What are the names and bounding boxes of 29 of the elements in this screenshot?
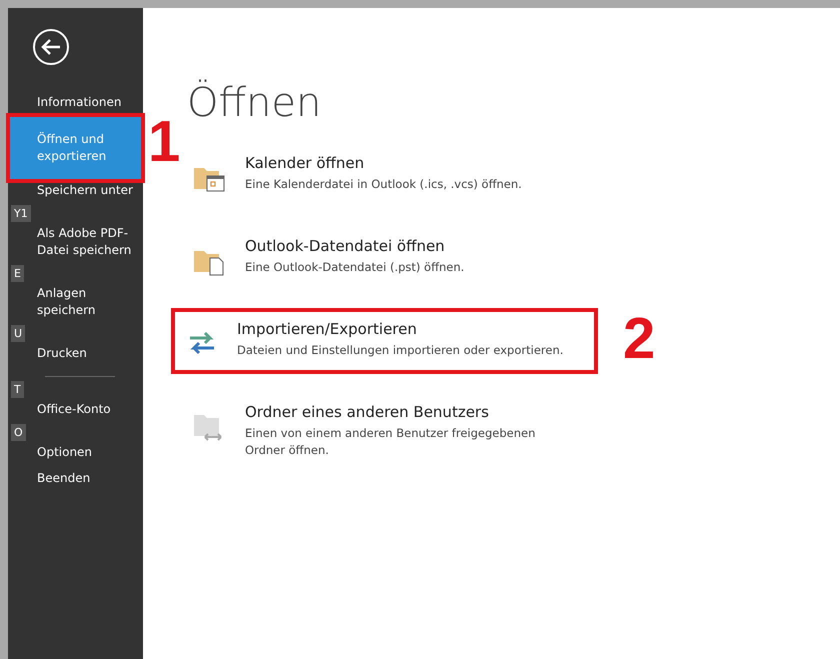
callout-number: 1 — [148, 113, 180, 171]
open-option[interactable]: Kalender öffnen Eine Kalenderdatei in Outlook (.ics, .vcs) öffnen. — [193, 144, 584, 206]
keytip-badge: Y1 — [11, 205, 31, 222]
sidebar-item[interactable]: Drucken — [8, 342, 143, 368]
sidebar-item[interactable]: Öffnen und exportieren — [10, 117, 141, 179]
option-description: Eine Kalenderdatei in Outlook (.ics, .vcs) öffnen. — [245, 176, 522, 193]
sidebar-item[interactable]: Speichern unter — [8, 179, 143, 205]
sidebar-item[interactable]: Beenden — [8, 467, 143, 493]
option-description: Dateien und Einstellungen importieren oder exportieren. — [237, 342, 564, 359]
option-description: Einen von einem anderen Benutzer freigegebenen Ordner öffnen. — [245, 425, 536, 459]
option-title: Importieren/Exportieren — [237, 320, 418, 338]
sidebar-item[interactable]: Office-Konto — [8, 398, 143, 424]
option-title: Kalender öffnen — [245, 154, 366, 172]
keytip-badge: O — [11, 424, 26, 441]
sidebar-item[interactable]: Informationen — [8, 91, 143, 117]
keytip-badge: T — [11, 381, 24, 398]
keytip-badge: E — [11, 265, 24, 282]
open-option[interactable]: Outlook-Datendatei öffnen Eine Outlook-Datendatei (.pst) öffnen. — [193, 227, 584, 289]
sidebar-item[interactable]: Optionen — [8, 441, 143, 467]
option-description: Eine Outlook-Datendatei (.pst) öffnen. — [245, 259, 464, 276]
option-title: Outlook-Datendatei öffnen — [245, 237, 446, 255]
sidebar-item[interactable]: Anlagen speichern — [8, 282, 143, 325]
sidebar-item[interactable]: Als Adobe PDF-Datei speichern — [8, 222, 143, 265]
callout-number: 2 — [623, 310, 656, 368]
open-option[interactable]: Ordner eines anderen Benutzers Einen von einem anderen Benutzer freigegebenen Ordner öffnen. — [193, 393, 584, 471]
back-icon[interactable] — [32, 28, 70, 66]
keytip-badge: U — [11, 325, 26, 342]
option-title: Ordner eines anderen Benutzers — [245, 403, 490, 421]
page-title: Öffnen — [187, 80, 322, 126]
